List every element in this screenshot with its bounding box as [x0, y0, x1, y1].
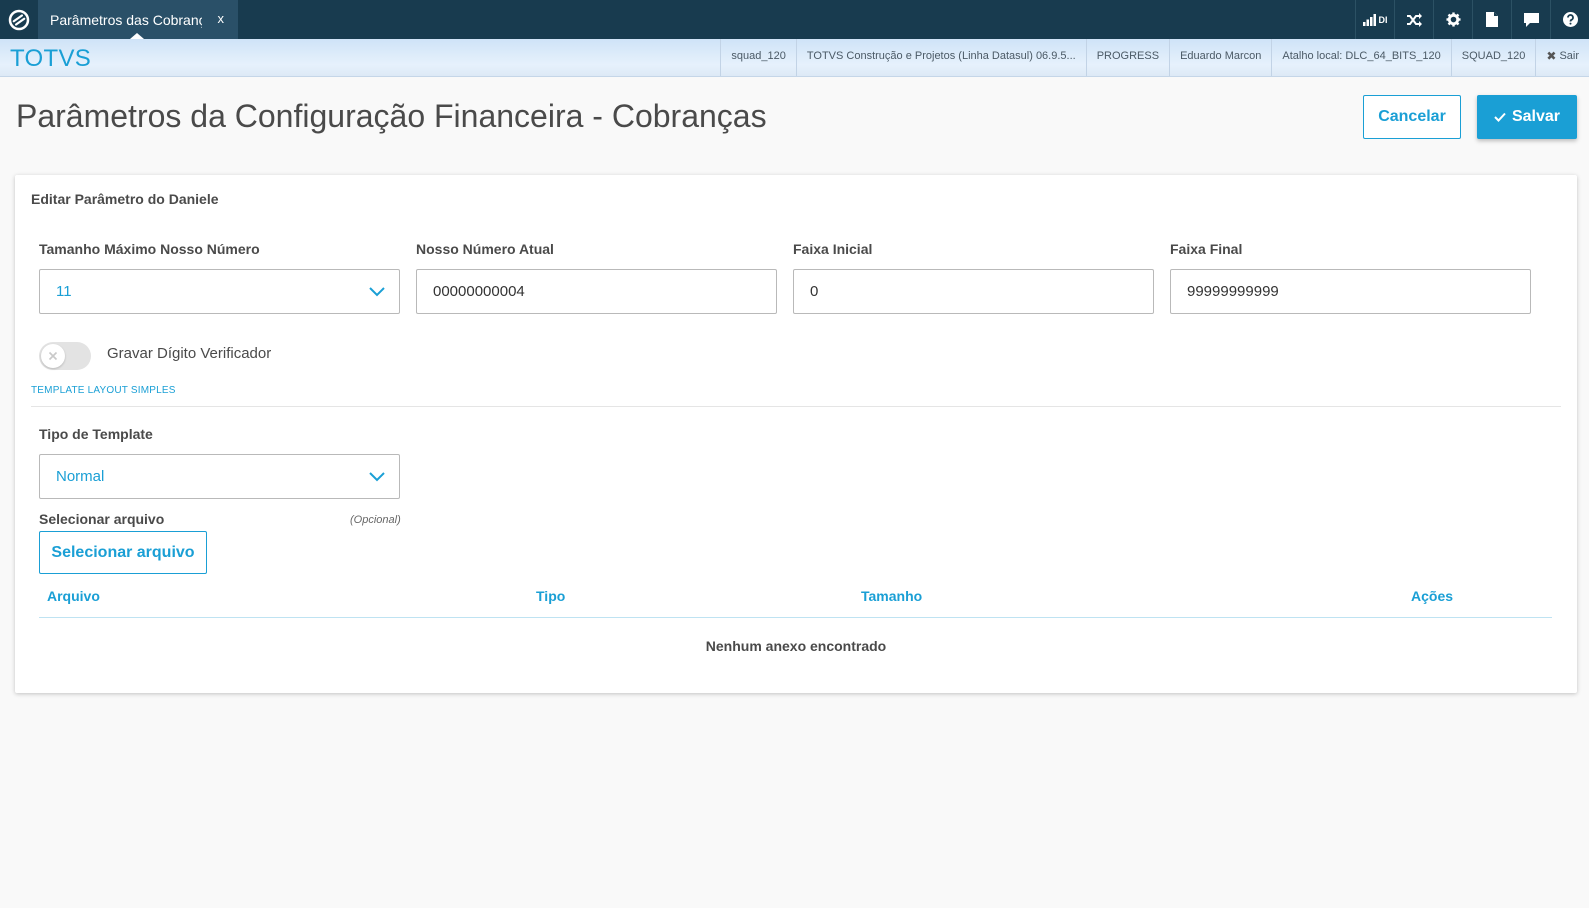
column-header-size[interactable]: Tamanho	[861, 588, 922, 604]
save-label: Salvar	[1511, 108, 1561, 125]
info-user: Eduardo Marcon	[1169, 39, 1271, 76]
close-icon: ✖	[1546, 49, 1557, 63]
info-database: PROGRESS	[1085, 39, 1169, 76]
info-squad: squad_120	[720, 39, 795, 76]
cancel-button[interactable]: Cancelar	[1363, 95, 1461, 139]
check-icon	[1494, 112, 1506, 122]
page-title: Parâmetros da Configuração Financeira - …	[16, 98, 767, 134]
tab-parametros[interactable]: Parâmetros das Cobranças x	[38, 0, 238, 39]
session-header: TOTVS squad_120 TOTVS Construção e Proje…	[0, 39, 1589, 77]
check-digit-toggle[interactable]	[39, 342, 91, 370]
template-type-value: Normal	[56, 468, 105, 485]
select-file-button[interactable]: Selecionar arquivo	[39, 531, 207, 574]
table-header-divider	[39, 617, 1552, 618]
app-logo-icon[interactable]	[0, 0, 38, 39]
column-header-type[interactable]: Tipo	[536, 588, 565, 604]
info-environment: SQUAD_120	[1450, 39, 1536, 76]
file-label: Selecionar arquivo	[39, 511, 165, 527]
max-size-value: 11	[56, 283, 72, 300]
document-button[interactable]	[1472, 0, 1511, 39]
toggle-knob	[41, 344, 65, 368]
signal-icon	[1362, 13, 1376, 26]
save-button[interactable]: Salvar	[1477, 95, 1577, 139]
tab-close-icon[interactable]: x	[218, 11, 225, 26]
exit-link[interactable]: ✖ Sair	[1535, 39, 1589, 76]
range-start-input[interactable]	[793, 269, 1154, 314]
help-button[interactable]	[1550, 0, 1589, 39]
signal-label: DI	[1378, 14, 1388, 25]
parameter-form-card: Editar Parâmetro do Daniele Tamanho Máxi…	[15, 175, 1577, 693]
section-divider	[31, 406, 1561, 407]
max-size-label: Tamanho Máximo Nosso Número	[39, 241, 260, 257]
tab-label: Parâmetros das Cobranças	[50, 11, 202, 28]
file-optional-hint: (Opcional)	[350, 514, 401, 526]
column-header-file[interactable]: Arquivo	[47, 588, 100, 604]
check-digit-label: Gravar Dígito Verificador	[107, 345, 272, 362]
help-icon	[1562, 12, 1578, 27]
range-end-input[interactable]	[1170, 269, 1531, 314]
signal-indicator-button[interactable]: DI	[1355, 0, 1394, 39]
chat-button[interactable]	[1511, 0, 1550, 39]
info-product: TOTVS Construção e Projetos (Linha Datas…	[795, 39, 1086, 76]
document-icon	[1486, 12, 1498, 27]
current-number-label: Nosso Número Atual	[416, 241, 554, 257]
range-start-label: Faixa Inicial	[793, 241, 873, 257]
chat-icon	[1523, 12, 1539, 27]
settings-button[interactable]	[1433, 0, 1472, 39]
column-header-actions: Ações	[1411, 588, 1454, 604]
template-type-select[interactable]: Normal	[39, 454, 400, 499]
brand-logo: TOTVS	[10, 45, 92, 72]
top-bar: Parâmetros das Cobranças x DI	[0, 0, 1589, 39]
empty-attachments-message: Nenhum anexo encontrado	[705, 638, 887, 654]
card-title: Editar Parâmetro do Daniele	[31, 191, 219, 207]
shuffle-button[interactable]	[1394, 0, 1433, 39]
close-icon	[48, 351, 58, 361]
chevron-down-icon	[369, 471, 385, 481]
current-number-input[interactable]	[416, 269, 777, 314]
shuffle-icon	[1406, 12, 1422, 27]
gear-icon	[1445, 12, 1461, 27]
range-end-label: Faixa Final	[1170, 241, 1243, 257]
max-size-select[interactable]: 11	[39, 269, 400, 314]
chevron-down-icon	[369, 286, 385, 296]
template-type-label: Tipo de Template	[39, 426, 153, 442]
section-template-label: TEMPLATE LAYOUT SIMPLES	[31, 385, 176, 396]
info-shortcut: Atalho local: DLC_64_BITS_120	[1271, 39, 1450, 76]
exit-label: Sair	[1559, 50, 1579, 62]
